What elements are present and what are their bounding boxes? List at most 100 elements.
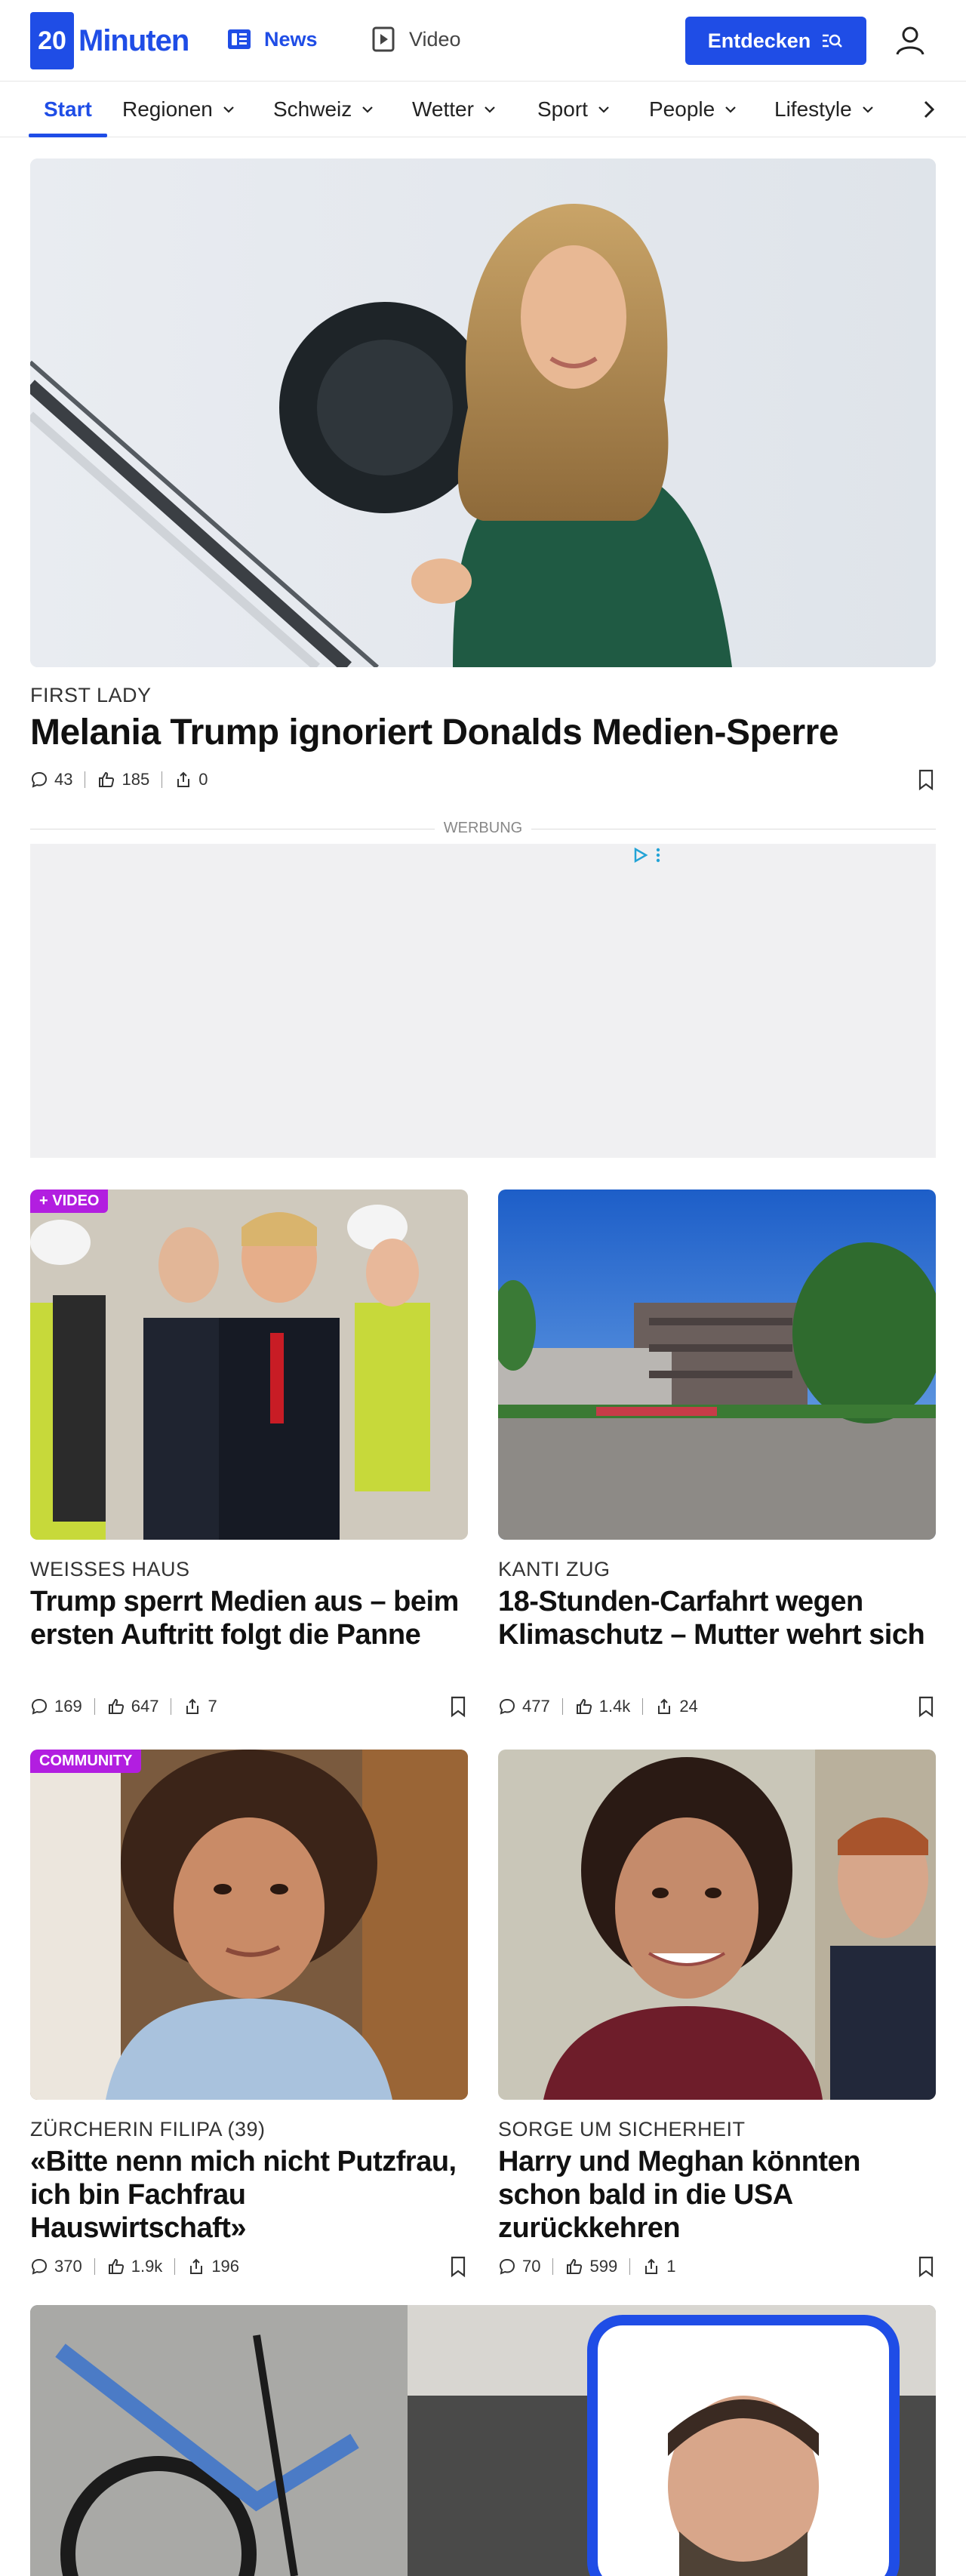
hero-meta: 43 185 0 [30,768,208,791]
thumbs-up-icon [576,1698,592,1714]
article-image[interactable] [30,2305,936,2576]
tab-schweiz-label: Schweiz [273,97,352,121]
tab-lifestyle[interactable]: Lifestyle [774,82,876,137]
article-kicker: SORGE UM SICHERHEIT [498,2118,746,2141]
share-icon [190,2258,203,2274]
likes-count[interactable]: 647 [107,1697,159,1716]
nav-news[interactable]: News [225,23,318,56]
article-headline[interactable]: 18-Stunden-Carfahrt wegen Klimaschutz – … [498,1585,936,1651]
logo-text: Minuten [78,23,189,57]
active-tab-indicator [29,134,107,137]
article-image[interactable] [498,1750,936,2100]
tab-wetter-label: Wetter [412,97,474,121]
bookmark-icon[interactable] [916,2255,936,2278]
ad-choices[interactable] [632,847,661,863]
shares-value: 0 [198,770,208,789]
video-badge: + VIDEO [30,1190,109,1213]
article-kicker: KANTI ZUG [498,1558,611,1580]
tab-sport-label: Sport [537,97,588,121]
likes-value: 185 [122,770,150,789]
share-icon [177,771,190,787]
article-headline[interactable]: «Bitte nenn mich nicht Putzfrau, ich bin… [30,2145,468,2245]
chevron-down-icon [862,106,873,113]
hero-kicker: FIRST LADY [30,684,152,706]
divider [642,1698,644,1715]
divider [94,2258,95,2275]
user-account-icon[interactable] [891,21,930,60]
tab-people[interactable]: People [649,82,739,137]
comments-count[interactable]: 477 [498,1697,550,1716]
bookmark-icon[interactable] [448,1695,468,1718]
video-icon [370,25,398,54]
likes-count[interactable]: 1.9k [107,2257,162,2276]
chevron-right-icon[interactable] [915,95,943,124]
thumbs-up-icon [567,2258,583,2274]
shares-count[interactable]: 24 [655,1697,698,1716]
hero-headline[interactable]: Melania Trump ignoriert Donalds Medien-S… [30,711,921,755]
entdecken-button[interactable]: Entdecken [685,17,866,65]
chevron-down-icon [223,106,234,113]
bookmark-icon[interactable] [448,2255,468,2278]
shares-count[interactable]: 0 [174,770,208,789]
article-image[interactable]: + VIDEO [30,1190,468,1540]
shares-count[interactable]: 196 [187,2257,239,2276]
comments-value: 370 [54,2257,82,2276]
tab-schweiz[interactable]: Schweiz [273,82,376,137]
article-headline[interactable]: Harry und Meghan könnten schon bald in d… [498,2145,936,2245]
comment-icon [31,2258,48,2275]
article-meta: 370 1.9k 196 [30,2255,239,2278]
hero-image[interactable] [30,158,936,667]
shares-count[interactable]: 1 [642,2257,675,2276]
tab-wetter[interactable]: Wetter [412,82,498,137]
article-kicker: WEISSES HAUS [30,1558,190,1580]
thumbs-up-icon [99,771,115,787]
thumbs-up-icon [108,1698,124,1714]
thumbs-up-icon [108,2258,124,2274]
entdecken-label: Entdecken [707,29,811,52]
site-header: 20 Minuten News Video Entdecken [0,0,966,82]
article-image[interactable]: COMMUNITY [30,1750,468,2100]
tab-sport[interactable]: Sport [537,82,612,137]
shares-value: 7 [208,1697,217,1716]
divider [94,1698,95,1715]
article-headline[interactable]: Trump sperrt Medien aus – beim ersten Au… [30,1585,468,1651]
tab-regionen[interactable]: Regionen [122,82,237,137]
community-badge: COMMUNITY [30,1750,142,1773]
bookmark-icon[interactable] [916,768,936,791]
nav-video[interactable]: Video [370,23,461,56]
comments-count[interactable]: 43 [30,770,72,789]
shares-value: 1 [666,2257,676,2276]
comments-count[interactable]: 169 [30,1697,82,1716]
likes-value: 1.4k [598,1697,631,1716]
likes-count[interactable]: 185 [97,770,149,789]
article-kicker: ZÜRCHERIN FILIPA (39) [30,2118,266,2141]
chevron-down-icon [485,106,495,113]
comments-count[interactable]: 70 [498,2257,540,2276]
article-meta: 70 599 1 [498,2255,675,2278]
article-meta: 169 647 7 [30,1695,217,1718]
comments-count[interactable]: 370 [30,2257,82,2276]
comments-value: 70 [522,2257,541,2276]
nav-news-label: News [264,27,318,51]
bookmark-icon[interactable] [916,1695,936,1718]
likes-value: 599 [589,2257,618,2276]
site-logo[interactable]: 20 Minuten [30,12,189,69]
search-icon [823,34,843,48]
divider [552,2258,554,2275]
shares-count[interactable]: 7 [183,1697,217,1716]
likes-count[interactable]: 1.4k [575,1697,631,1716]
divider [561,1698,563,1715]
news-icon [225,25,254,54]
likes-count[interactable]: 599 [565,2257,617,2276]
likes-value: 647 [131,1697,159,1716]
comments-value: 43 [54,770,73,789]
logo-mark: 20 [30,12,74,69]
tab-start[interactable]: Start [44,82,92,137]
shares-value: 196 [211,2257,240,2276]
tab-regionen-label: Regionen [122,97,213,121]
ad-slot[interactable] [30,844,936,1158]
share-icon [186,1698,199,1714]
comment-icon [31,771,48,788]
article-image[interactable] [498,1190,936,1540]
comment-icon [499,1698,515,1715]
